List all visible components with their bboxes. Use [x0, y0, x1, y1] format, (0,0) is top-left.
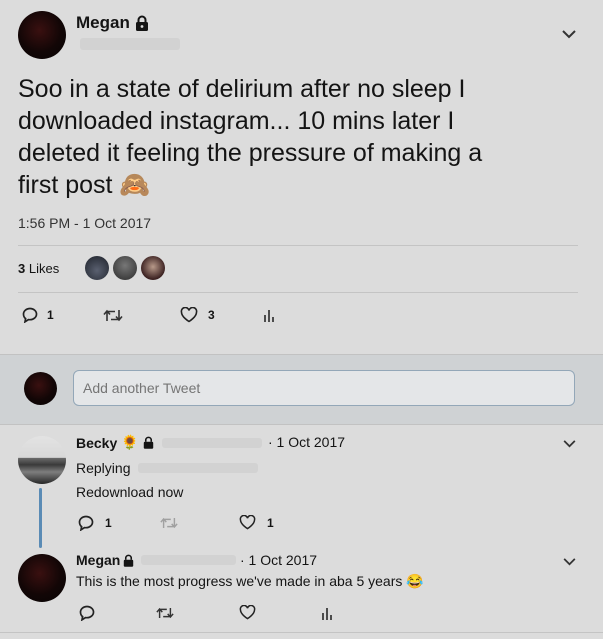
- tweet-text: Soo in a state of delirium after no slee…: [18, 73, 593, 201]
- divider: [18, 292, 578, 293]
- add-tweet-input[interactable]: [73, 370, 575, 406]
- like-icon[interactable]: [239, 605, 256, 620]
- liker-avatar[interactable]: [85, 256, 109, 280]
- reply-handle-redacted: [141, 555, 237, 565]
- tweet-text-line: first post 🙈: [18, 171, 151, 199]
- tweet-text-line: Soo in a state of delirium after no slee…: [18, 75, 466, 103]
- reply-author-row: Becky 🌻: [76, 434, 262, 451]
- like-button[interactable]: 1: [239, 515, 274, 530]
- reply-author-name[interactable]: Becky: [76, 435, 117, 451]
- reply-icon: [22, 307, 38, 323]
- sunflower-emoji: 🌻: [121, 434, 139, 450]
- reply-date[interactable]: · 1 Oct 2017: [240, 552, 317, 568]
- reply-avatar[interactable]: [18, 436, 66, 484]
- reply-avatar[interactable]: [18, 554, 66, 602]
- reply-icon: [78, 515, 94, 531]
- like-icon: [239, 515, 256, 530]
- reply-handle-redacted: [161, 437, 262, 448]
- chevron-down-icon[interactable]: [563, 558, 576, 566]
- reply-text: This is the most progress we've made in …: [76, 573, 424, 589]
- chevron-down-icon[interactable]: [562, 30, 576, 39]
- reply-button[interactable]: 1: [78, 515, 112, 531]
- reply-date[interactable]: · 1 Oct 2017: [268, 434, 345, 450]
- likes-summary[interactable]: 3 Likes: [18, 261, 59, 276]
- reply-author-row: Megan: [76, 552, 237, 568]
- lock-icon: [123, 554, 134, 567]
- author-handle-redacted: [80, 38, 180, 50]
- likes-count: 3: [18, 261, 26, 276]
- replying-label: Replying: [76, 460, 131, 476]
- divider: [18, 245, 578, 246]
- reply-text: Redownload now: [76, 484, 184, 500]
- reply-count: 1: [47, 308, 54, 322]
- retweet-icon[interactable]: [160, 516, 178, 530]
- author-name[interactable]: Megan: [76, 13, 130, 33]
- tweet-text-line: downloaded instagram... 10 mins later I: [18, 107, 455, 135]
- like-count: 1: [267, 515, 274, 530]
- reply-count: 1: [105, 516, 112, 530]
- likes-label: Likes: [28, 261, 60, 276]
- reply-button[interactable]: 1: [22, 307, 54, 323]
- retweet-icon[interactable]: [156, 606, 174, 620]
- replying-to: Replying: [76, 460, 259, 476]
- analytics-icon[interactable]: [263, 309, 275, 323]
- compose-avatar: [24, 372, 57, 405]
- thread-line: [39, 488, 42, 548]
- like-icon: [180, 307, 198, 323]
- divider: [0, 632, 603, 633]
- author-avatar[interactable]: [18, 11, 66, 59]
- reply-author-name[interactable]: Megan: [76, 552, 120, 568]
- analytics-icon[interactable]: [321, 607, 333, 621]
- tweet-text-line: deleted it feeling the pressure of makin…: [18, 139, 483, 167]
- liker-avatars: [85, 256, 165, 280]
- like-button[interactable]: 3: [180, 307, 215, 323]
- replying-handle-redacted: [138, 463, 259, 473]
- tweet-timestamp[interactable]: 1:56 PM - 1 Oct 2017: [18, 215, 151, 231]
- liker-avatar[interactable]: [113, 256, 137, 280]
- lock-icon: [143, 436, 154, 449]
- liker-avatar[interactable]: [141, 256, 165, 280]
- retweet-icon[interactable]: [103, 308, 123, 323]
- like-count: 3: [208, 308, 215, 322]
- lock-icon: [135, 15, 149, 31]
- author-name-row: Megan: [76, 13, 149, 33]
- reply-icon[interactable]: [79, 605, 95, 621]
- chevron-down-icon[interactable]: [563, 440, 576, 448]
